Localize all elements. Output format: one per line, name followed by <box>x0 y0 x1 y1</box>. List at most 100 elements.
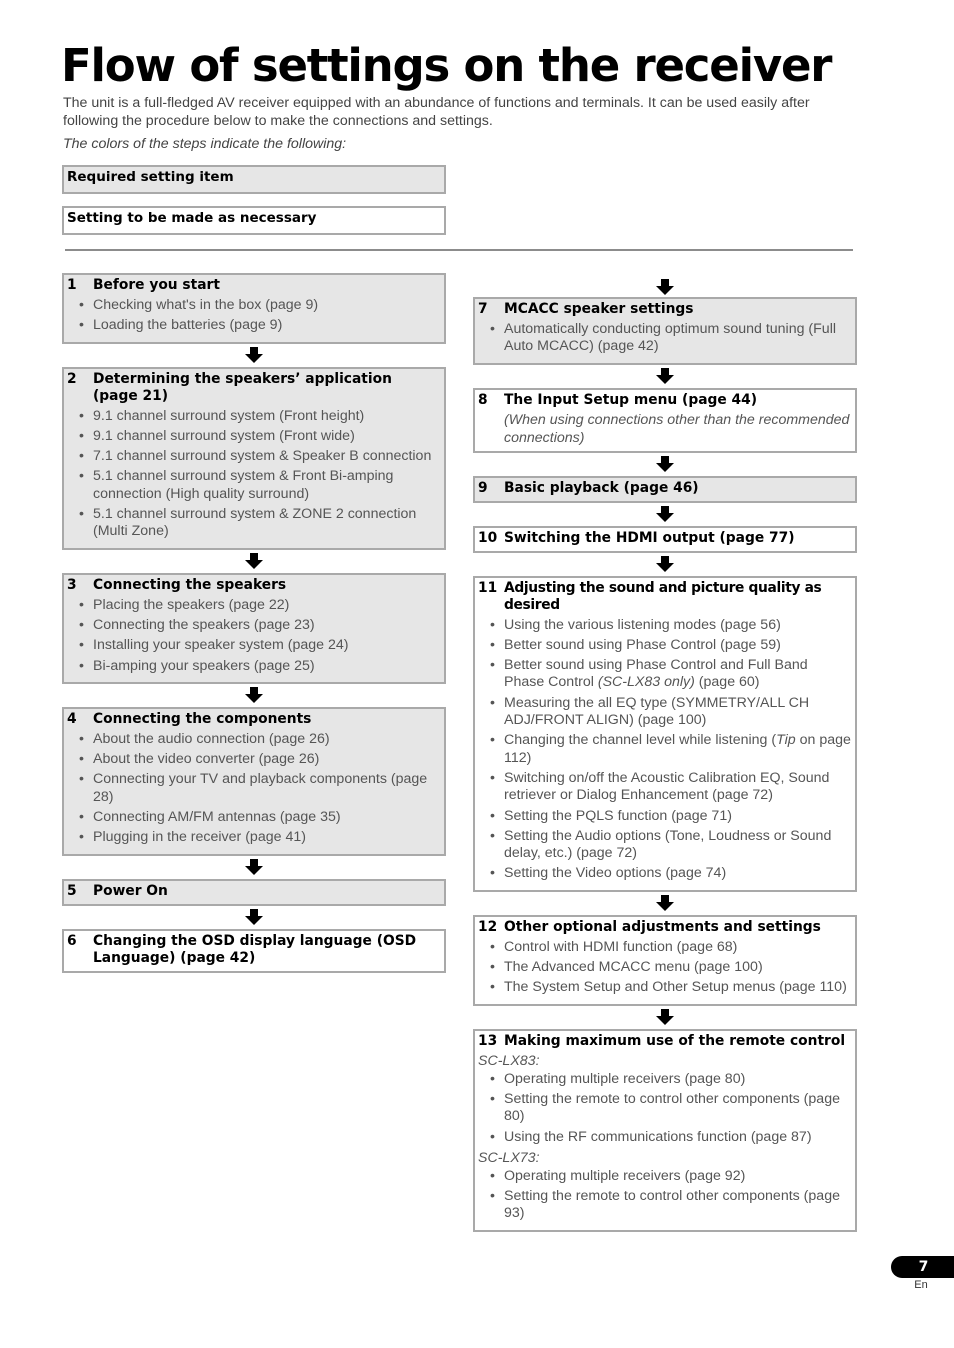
down-arrow-icon <box>473 277 857 297</box>
step-title: Changing the OSD display language (OSD L… <box>93 932 417 966</box>
step-number: 1 <box>67 277 77 293</box>
step-number: 10 <box>478 529 498 546</box>
list-item: Loading the batteries (page 9) <box>79 317 440 335</box>
list-item: Plugging in the receiver (page 41) <box>79 829 440 847</box>
page-language: En <box>914 1279 928 1291</box>
list-item: Checking what's in the box (page 9) <box>79 297 440 315</box>
step-title: Switching the HDMI output (page 77) <box>504 529 795 546</box>
step-items: About the audio connection (page 26) Abo… <box>67 731 440 847</box>
step-3: 3 Connecting the speakers Placing the spe… <box>62 572 446 684</box>
list-item: About the audio connection (page 26) <box>79 731 440 749</box>
step-number: 8 <box>478 391 488 408</box>
step-6: 6 Changing the OSD display language (OSD … <box>62 928 446 973</box>
step-items: Placing the speakers (page 22) Connectin… <box>67 597 440 675</box>
step-12: 12 Other optional adjustments and setting… <box>473 914 857 1006</box>
list-item: Setting the Audio options (Tone, Loudnes… <box>490 828 851 863</box>
step-title: Adjusting the sound and picture quality … <box>504 579 822 613</box>
legend-optional: Setting to be made as necessary <box>62 206 446 235</box>
step-13: 13 Making maximum use of the remote contr… <box>473 1028 857 1232</box>
step-9: 9 Basic playback (page 46) <box>473 475 857 503</box>
list-item: Connecting the speakers (page 23) <box>79 617 440 635</box>
step-title: Power On <box>93 882 168 899</box>
step-title: Making maximum use of the remote control <box>504 1032 846 1049</box>
step-5: 5 Power On <box>62 878 446 906</box>
step-8: 8 The Input Setup menu (page 44) (When us… <box>473 387 857 453</box>
down-arrow-icon <box>473 553 857 576</box>
down-arrow-icon <box>473 503 857 526</box>
step-title: Basic playback (page 46) <box>504 479 699 496</box>
step-title: Other optional adjustments and settings <box>504 918 821 935</box>
page-title: Flow of settings on the receiver <box>61 39 832 92</box>
step-title: Before you start <box>93 277 220 293</box>
page-number: 7 <box>891 1256 954 1278</box>
divider <box>65 249 853 251</box>
step-items: Operating multiple receivers (page 92) S… <box>478 1168 851 1223</box>
list-item: Setting the PQLS function (page 71) <box>490 808 851 826</box>
list-item: Placing the speakers (page 22) <box>79 597 440 615</box>
list-item: Control with HDMI function (page 68) <box>490 939 851 957</box>
step-7: 7 MCACC speaker settings Automatically co… <box>473 297 857 365</box>
step-number: 5 <box>67 882 77 899</box>
step-items: Operating multiple receivers (page 80) S… <box>478 1071 851 1146</box>
flow-column-right: 7 MCACC speaker settings Automatically co… <box>473 277 857 1232</box>
step-1: 1 Before you start Checking what's in the… <box>62 273 446 344</box>
list-item: 9.1 channel surround system (Front heigh… <box>79 408 440 426</box>
step-items: 9.1 channel surround system (Front heigh… <box>67 408 440 541</box>
item-text: Changing the channel level while listeni… <box>504 732 777 749</box>
list-item: Switching on/off the Acoustic Calibratio… <box>490 770 851 805</box>
list-item: Installing your speaker system (page 24) <box>79 637 440 655</box>
step-title: MCACC speaker settings <box>504 301 694 317</box>
intro-paragraph: The unit is a full-fledged AV receiver e… <box>63 95 810 129</box>
step-number: 3 <box>67 576 77 593</box>
list-item: About the video converter (page 26) <box>79 751 440 769</box>
legend-required: Required setting item <box>62 165 446 194</box>
list-item: Better sound using Phase Control and Ful… <box>490 657 851 692</box>
model-label: SC-LX73: <box>478 1149 540 1166</box>
step-number: 11 <box>478 579 498 596</box>
step-2: 2 Determining the speakers’ application (… <box>62 366 446 550</box>
step-items: Control with HDMI function (page 68) The… <box>478 939 851 997</box>
list-item: Using the various listening modes (page … <box>490 617 851 635</box>
step-number: 12 <box>478 918 498 935</box>
list-item: 5.1 channel surround system & Front Bi-a… <box>79 468 440 503</box>
list-item: Measuring the all EQ type (SYMMETRY/ALL … <box>490 695 851 730</box>
colors-note: The colors of the steps indicate the fol… <box>63 136 347 152</box>
list-item: The Advanced MCACC menu (page 100) <box>490 959 851 977</box>
model-note: (SC-LX83 only) <box>597 674 695 691</box>
step-number: 9 <box>478 479 488 496</box>
step-title: Connecting the components <box>93 710 312 727</box>
down-arrow-icon <box>473 892 857 915</box>
step-note: (When using connections other than the r… <box>504 411 850 446</box>
list-item: Operating multiple receivers (page 92) <box>490 1168 851 1186</box>
step-title: Determining the speakers’ application (p… <box>93 370 392 404</box>
list-item: 5.1 channel surround system & ZONE 2 con… <box>79 506 440 541</box>
flow-column-left: 1 Before you start Checking what's in the… <box>62 273 446 973</box>
list-item: Setting the Video options (page 74) <box>490 865 851 883</box>
step-items: Using the various listening modes (page … <box>478 617 851 883</box>
step-11: 11 Adjusting the sound and picture qualit… <box>473 575 857 892</box>
list-item: Bi-amping your speakers (page 25) <box>79 658 440 676</box>
down-arrow-icon <box>62 906 446 929</box>
list-item: Operating multiple receivers (page 80) <box>490 1071 851 1089</box>
step-number: 6 <box>67 932 77 949</box>
down-arrow-icon <box>62 344 446 367</box>
tip-label: Tip <box>776 732 796 749</box>
list-item: Connecting your TV and playback componen… <box>79 771 440 806</box>
list-item: Better sound using Phase Control (page 5… <box>490 637 851 655</box>
list-item: Changing the channel level while listeni… <box>490 732 851 767</box>
list-item: The System Setup and Other Setup menus (… <box>490 979 851 997</box>
step-4: 4 Connecting the components About the aud… <box>62 706 446 856</box>
list-item: Setting the remote to control other comp… <box>490 1188 851 1223</box>
list-item: Automatically conducting optimum sound t… <box>490 321 851 356</box>
step-number: 13 <box>478 1032 498 1049</box>
down-arrow-icon <box>473 453 857 476</box>
down-arrow-icon <box>473 365 857 388</box>
step-items: Automatically conducting optimum sound t… <box>478 321 851 356</box>
down-arrow-icon <box>473 1006 857 1029</box>
list-item: Setting the remote to control other comp… <box>490 1091 851 1126</box>
down-arrow-icon <box>62 550 446 573</box>
down-arrow-icon <box>62 856 446 879</box>
step-title: The Input Setup menu (page 44) <box>504 391 758 408</box>
down-arrow-icon <box>62 684 446 707</box>
list-item: 9.1 channel surround system (Front wide) <box>79 428 440 446</box>
